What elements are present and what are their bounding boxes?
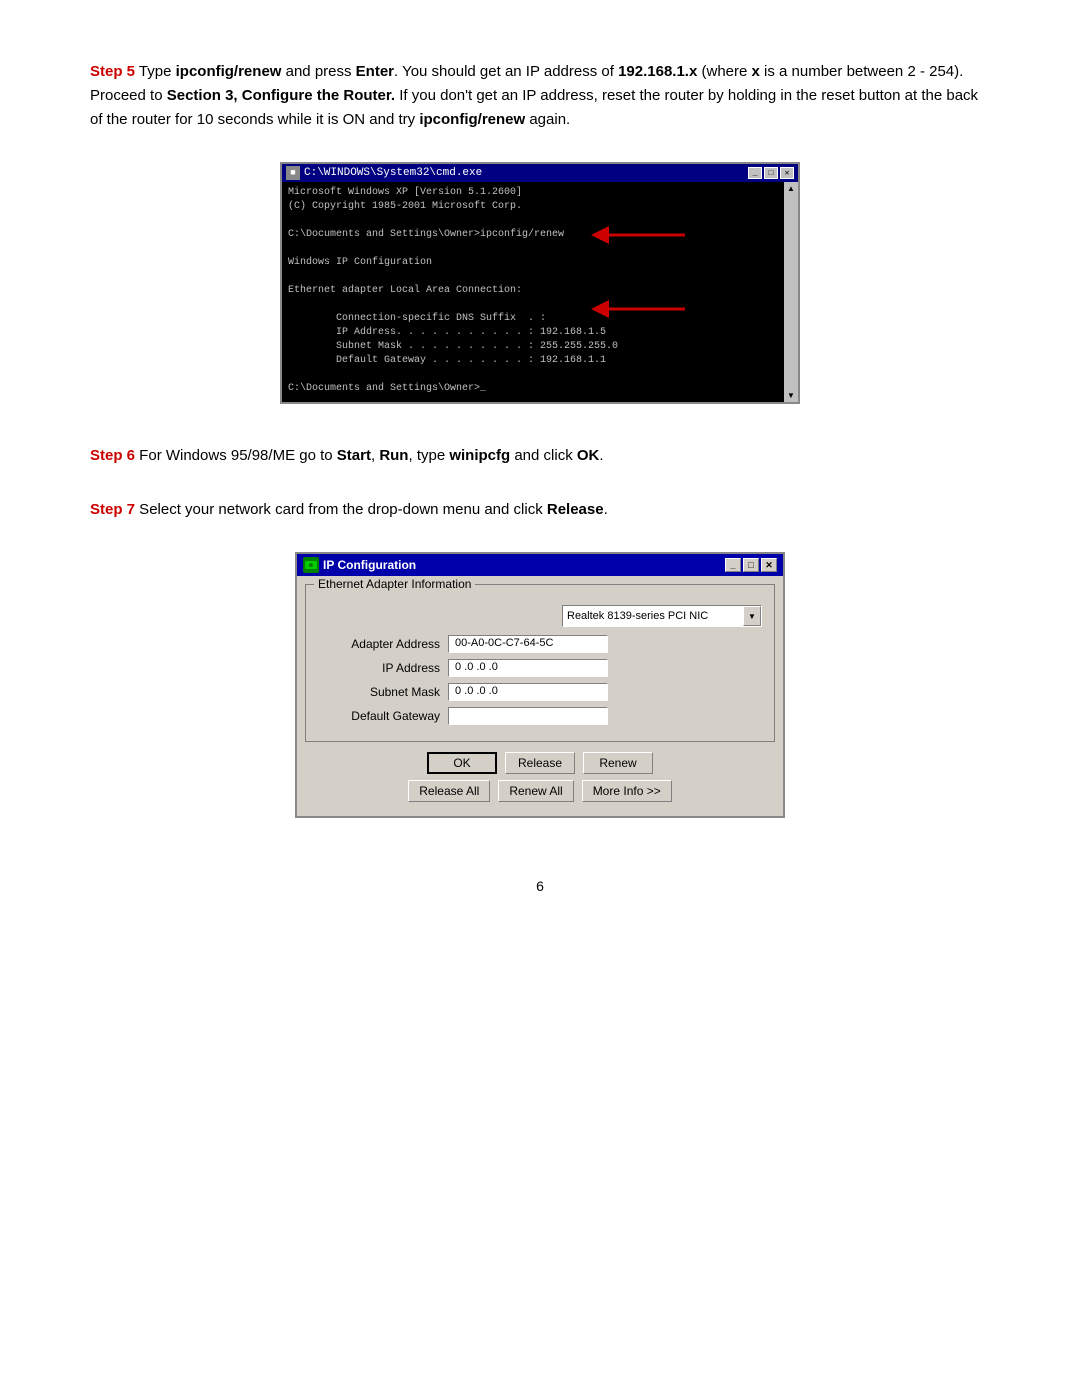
ip-minimize-btn[interactable]: _ <box>725 558 741 572</box>
ip-config-icon <box>303 557 319 573</box>
adapter-address-value: 00-A0-0C-C7-64-5C <box>448 635 608 653</box>
ip-address-value: 0 .0 .0 .0 <box>448 659 608 677</box>
ip-body: Ethernet Adapter Information Realtek 813… <box>297 576 783 816</box>
release-all-button[interactable]: Release All <box>408 780 490 802</box>
ip-title-buttons: _ □ ✕ <box>725 558 777 572</box>
ip-address-row: IP Address 0 .0 .0 .0 <box>318 659 762 677</box>
adapter-dropdown[interactable]: Realtek 8139-series PCI NIC ▼ <box>562 605 762 627</box>
step5-label: Step 5 <box>90 63 135 80</box>
step5-text2: and press <box>281 63 355 80</box>
step5-bold2: Enter <box>356 63 394 80</box>
red-arrow-2 <box>590 298 690 320</box>
step6-text4: and click <box>510 447 577 464</box>
step5-bold3: 192.168.1.x <box>618 63 697 80</box>
step5-paragraph: Step 5 Type ipconfig/renew and press Ent… <box>90 60 990 132</box>
step6-text1: For Windows 95/98/ME go to <box>135 447 337 464</box>
step5-bold6: ipconfig/renew <box>419 111 525 128</box>
buttons-row-1: OK Release Renew <box>305 752 775 774</box>
step5-bold5: Section 3, Configure the Router. <box>167 87 395 104</box>
cmd-window: ■ C:\WINDOWS\System32\cmd.exe _ □ ✕ Micr… <box>280 162 800 404</box>
default-gateway-row: Default Gateway <box>318 707 762 725</box>
step6-text3: , type <box>408 447 449 464</box>
cmd-title-text: C:\WINDOWS\System32\cmd.exe <box>304 167 482 179</box>
cmd-text: Microsoft Windows XP [Version 5.1.2600] … <box>288 186 766 396</box>
step5-text3: . You should get an IP address of <box>394 63 618 80</box>
ip-config-window: IP Configuration _ □ ✕ Ethernet Adapter … <box>295 552 785 818</box>
step5-text4: (where <box>697 63 751 80</box>
cmd-window-wrapper: ■ C:\WINDOWS\System32\cmd.exe _ □ ✕ Micr… <box>280 162 800 404</box>
step6-bold2: Run <box>379 447 408 464</box>
scroll-up-arrow[interactable]: ▲ <box>787 184 795 193</box>
subnet-mask-label: Subnet Mask <box>318 685 448 699</box>
step5-bold4: x <box>752 63 760 80</box>
release-button[interactable]: Release <box>505 752 575 774</box>
step6-label: Step 6 <box>90 447 135 464</box>
subnet-mask-row: Subnet Mask 0 .0 .0 .0 <box>318 683 762 701</box>
ip-config-container: IP Configuration _ □ ✕ Ethernet Adapter … <box>90 552 990 818</box>
adapter-dropdown-value: Realtek 8139-series PCI NIC <box>563 609 743 623</box>
cmd-scrollbar[interactable]: ▲ ▼ <box>784 182 798 402</box>
step6-text5: . <box>599 447 603 464</box>
step6-bold4: OK <box>577 447 600 464</box>
ok-button[interactable]: OK <box>427 752 497 774</box>
cmd-close-btn[interactable]: ✕ <box>780 167 794 179</box>
cmd-maximize-btn[interactable]: □ <box>764 167 778 179</box>
ip-address-label: IP Address <box>318 661 448 675</box>
adapter-address-label: Adapter Address <box>318 637 448 651</box>
step5-text7: again. <box>525 111 570 128</box>
buttons-row-2: Release All Renew All More Info >> <box>305 780 775 802</box>
ip-close-btn[interactable]: ✕ <box>761 558 777 572</box>
step5-text1: Type <box>135 63 176 80</box>
step7-paragraph: Step 7 Select your network card from the… <box>90 498 990 522</box>
step5-bold1: ipconfig/renew <box>176 63 282 80</box>
ip-title-text: IP Configuration <box>323 558 416 572</box>
step6-bold3: winipcfg <box>449 447 510 464</box>
ip-titlebar: IP Configuration _ □ ✕ <box>297 554 783 576</box>
scroll-down-arrow[interactable]: ▼ <box>787 391 795 400</box>
cmd-window-container: ■ C:\WINDOWS\System32\cmd.exe _ □ ✕ Micr… <box>90 162 990 404</box>
adapter-dropdown-row: Realtek 8139-series PCI NIC ▼ <box>318 605 762 627</box>
step7-bold1: Release <box>547 501 604 518</box>
cmd-title-area: ■ C:\WINDOWS\System32\cmd.exe <box>286 166 482 180</box>
group-box-title: Ethernet Adapter Information <box>314 577 475 591</box>
ip-title-left: IP Configuration <box>303 557 416 573</box>
cmd-content-area: Microsoft Windows XP [Version 5.1.2600] … <box>282 182 798 402</box>
step7-text1: Select your network card from the drop-d… <box>135 501 547 518</box>
cmd-icon: ■ <box>286 166 300 180</box>
ethernet-group-box: Ethernet Adapter Information Realtek 813… <box>305 584 775 742</box>
red-arrow-1 <box>590 224 690 246</box>
dropdown-arrow-btn[interactable]: ▼ <box>743 606 761 626</box>
step6-paragraph: Step 6 For Windows 95/98/ME go to Start,… <box>90 444 990 468</box>
step7-label: Step 7 <box>90 501 135 518</box>
cmd-titlebar: ■ C:\WINDOWS\System32\cmd.exe _ □ ✕ <box>282 164 798 182</box>
subnet-mask-value: 0 .0 .0 .0 <box>448 683 608 701</box>
page-number: 6 <box>90 878 990 894</box>
renew-all-button[interactable]: Renew All <box>498 780 573 802</box>
ip-restore-btn[interactable]: □ <box>743 558 759 572</box>
renew-button[interactable]: Renew <box>583 752 653 774</box>
cmd-title-buttons: _ □ ✕ <box>748 167 794 179</box>
default-gateway-label: Default Gateway <box>318 709 448 723</box>
step6-bold1: Start <box>337 447 371 464</box>
more-info-button[interactable]: More Info >> <box>582 780 672 802</box>
step7-text2: . <box>604 501 608 518</box>
adapter-address-row: Adapter Address 00-A0-0C-C7-64-5C <box>318 635 762 653</box>
cmd-minimize-btn[interactable]: _ <box>748 167 762 179</box>
cmd-body: Microsoft Windows XP [Version 5.1.2600] … <box>282 182 784 402</box>
default-gateway-value <box>448 707 608 725</box>
